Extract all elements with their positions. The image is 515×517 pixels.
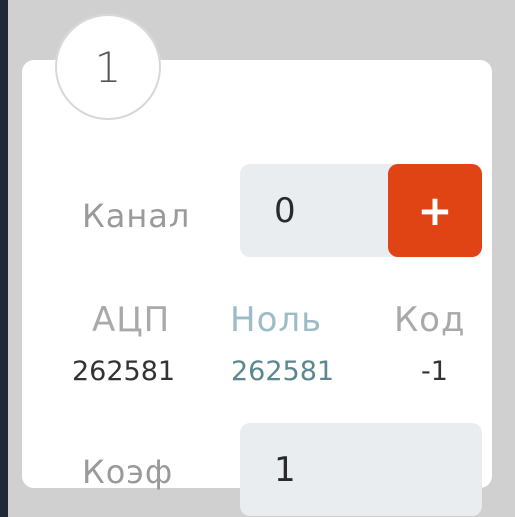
adc-value: 262581 <box>72 356 176 387</box>
coef-input[interactable]: 1 <box>240 423 482 516</box>
channel-card: Канал 0 + АЦП Ноль Код 262581 262581 -1 … <box>22 60 492 516</box>
channel-input[interactable]: 0 <box>240 164 410 257</box>
channel-number-badge: 1 <box>55 14 161 120</box>
channel-label: Канал <box>82 197 191 235</box>
zero-value: 262581 <box>231 356 335 387</box>
adc-header: АЦП <box>92 300 171 340</box>
add-channel-button[interactable]: + <box>388 164 482 257</box>
channel-value: 0 <box>274 190 296 231</box>
plus-icon: + <box>417 186 453 235</box>
zero-header[interactable]: Ноль <box>230 300 322 340</box>
code-value: -1 <box>421 356 448 387</box>
code-header: Код <box>394 300 466 340</box>
coef-value: 1 <box>274 449 296 490</box>
badge-number: 1 <box>94 42 122 92</box>
coef-label: Коэф <box>82 453 174 491</box>
